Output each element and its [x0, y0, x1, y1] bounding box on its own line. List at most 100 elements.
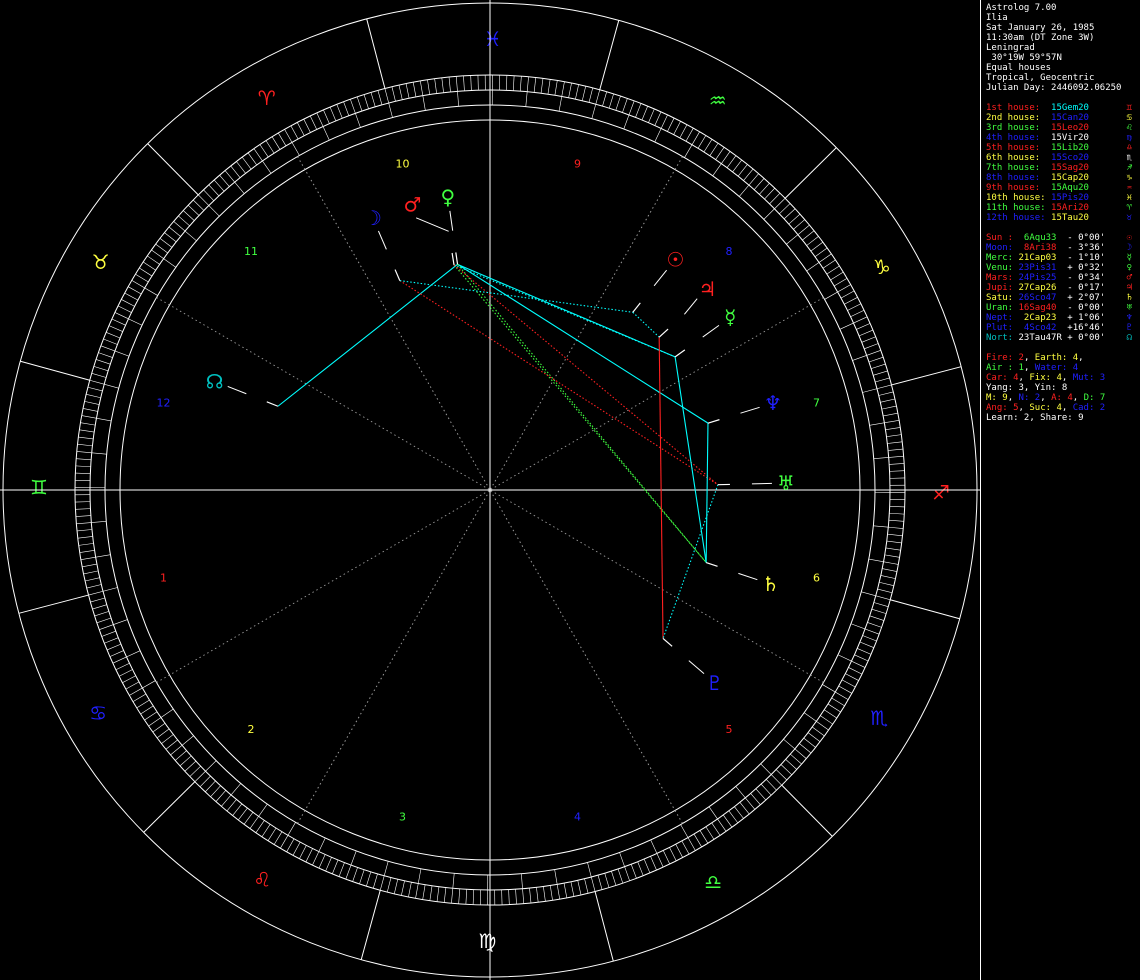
degree-tick [377, 90, 383, 105]
venus-icon: ♀ [441, 185, 456, 209]
degree-tick [189, 765, 201, 777]
degree-tick [429, 885, 433, 901]
degree-tick [297, 122, 305, 136]
planet-label: Nept: [986, 313, 1019, 323]
degree-tick [119, 669, 133, 677]
venus-marker [455, 252, 459, 265]
planet-position: 23Tau47R [1018, 333, 1062, 343]
saturn-icon: ♄ [762, 572, 780, 596]
summary-value: Water: 4 [1034, 363, 1079, 373]
degree-tick [753, 178, 765, 190]
degree-tick [128, 286, 142, 295]
degree-tick [316, 112, 330, 141]
degree-tick [807, 732, 821, 742]
sign-icon: ♋ [1126, 113, 1132, 123]
degree-tick [82, 563, 97, 568]
chart-time: 11:30am (DT Zone 3W) [986, 33, 1095, 43]
degree-tick [359, 869, 365, 885]
degree-tick [650, 839, 664, 868]
summary-value: Fix: 4 [1029, 373, 1062, 383]
degree-tick [329, 106, 337, 122]
house-number: 4 [574, 810, 581, 823]
degree-tick [75, 508, 91, 510]
degree-tick [208, 184, 220, 197]
degree-tick [780, 764, 793, 776]
sign-divider [890, 599, 960, 620]
degree-tick [847, 303, 861, 311]
degree-tick [366, 871, 372, 887]
degree-tick [129, 680, 156, 696]
house-position: 15Leo20 [1051, 123, 1089, 133]
degree-tick [679, 124, 688, 139]
degree-tick [401, 880, 405, 896]
sagittarius-sign-icon: ♐ [932, 481, 950, 505]
sign-divider [594, 891, 614, 962]
degree-tick [210, 785, 221, 797]
degree-tick [812, 726, 825, 737]
planet-label: Moon: [986, 243, 1019, 253]
degree-tick [859, 641, 874, 648]
degree-tick [512, 75, 515, 91]
mercury-leader [702, 324, 720, 338]
house-cusp-row: 3rd house: 15Leo20 ♌ [986, 123, 1140, 133]
degree-tick [648, 108, 655, 123]
house-cusp-row: 7th house: 15Sag20 ♐ [986, 163, 1140, 173]
moon-leader [377, 230, 387, 250]
degree-tick [856, 323, 871, 330]
degree-tick [96, 617, 112, 624]
planet-row: Satu: 26Sco47 + 2°07' ♄ [986, 293, 1140, 303]
chart-coords: 30°19W 59°57N [986, 53, 1062, 63]
degree-tick [608, 93, 614, 109]
planet-position: 24Pis25 [1018, 273, 1062, 283]
planet-label: Mars: [986, 273, 1019, 283]
degree-tick [77, 443, 93, 447]
summary-value: , [1040, 393, 1052, 403]
sign-divider [891, 366, 962, 386]
degree-tick [861, 591, 891, 601]
degree-tick [230, 165, 241, 178]
house-number: 11 [244, 245, 258, 258]
degree-tick [788, 213, 801, 225]
degree-tick [880, 398, 895, 403]
jupiter-leader [684, 298, 698, 315]
degree-tick [867, 622, 882, 628]
degree-tick [373, 873, 378, 889]
planet-position: 4Sco42 [1018, 323, 1062, 333]
house-cusp-row: 1st house: 15Gem20 ♊ [986, 103, 1140, 113]
degree-tick [838, 685, 852, 694]
summary-value: D: 7 [1083, 393, 1106, 403]
sign-icon: ♒ [1126, 183, 1132, 193]
sun-marker [632, 302, 641, 313]
degree-tick [533, 77, 537, 93]
degree-tick [106, 332, 121, 339]
degree-tick [184, 760, 197, 772]
degree-tick [104, 637, 119, 644]
degree-tick [80, 422, 96, 426]
degree-tick [831, 697, 845, 707]
leo-sign-icon: ♌ [253, 867, 271, 891]
degree-tick [170, 735, 194, 756]
degree-tick [86, 584, 102, 589]
degree-tick [654, 111, 662, 126]
degree-tick [554, 80, 558, 96]
degree-tick [253, 148, 272, 174]
pisces-sign-icon: ♓ [484, 27, 502, 51]
chart-place: Leningrad [986, 43, 1035, 53]
house-number: 10 [396, 158, 410, 171]
degree-tick [667, 117, 675, 132]
degree-tick [760, 783, 772, 796]
degree-tick [519, 76, 522, 92]
degree-tick [617, 868, 624, 884]
neptune-marker [707, 419, 720, 424]
degree-tick [187, 204, 200, 216]
planet-row: Plut: 4Sco42 +16°46' ♇ [986, 323, 1140, 333]
summary-value: , [1061, 403, 1073, 413]
planet-latitude: - 0°17' [1061, 283, 1106, 293]
degree-tick [711, 822, 721, 836]
house-position: 15Ari20 [1051, 203, 1089, 213]
degree-tick [635, 103, 642, 118]
degree-tick [224, 170, 245, 194]
libra-sign-icon: ♎ [704, 870, 722, 894]
planet-latitude: - 3°36' [1061, 243, 1106, 253]
summary-value: Cad: 2 [1072, 403, 1106, 413]
